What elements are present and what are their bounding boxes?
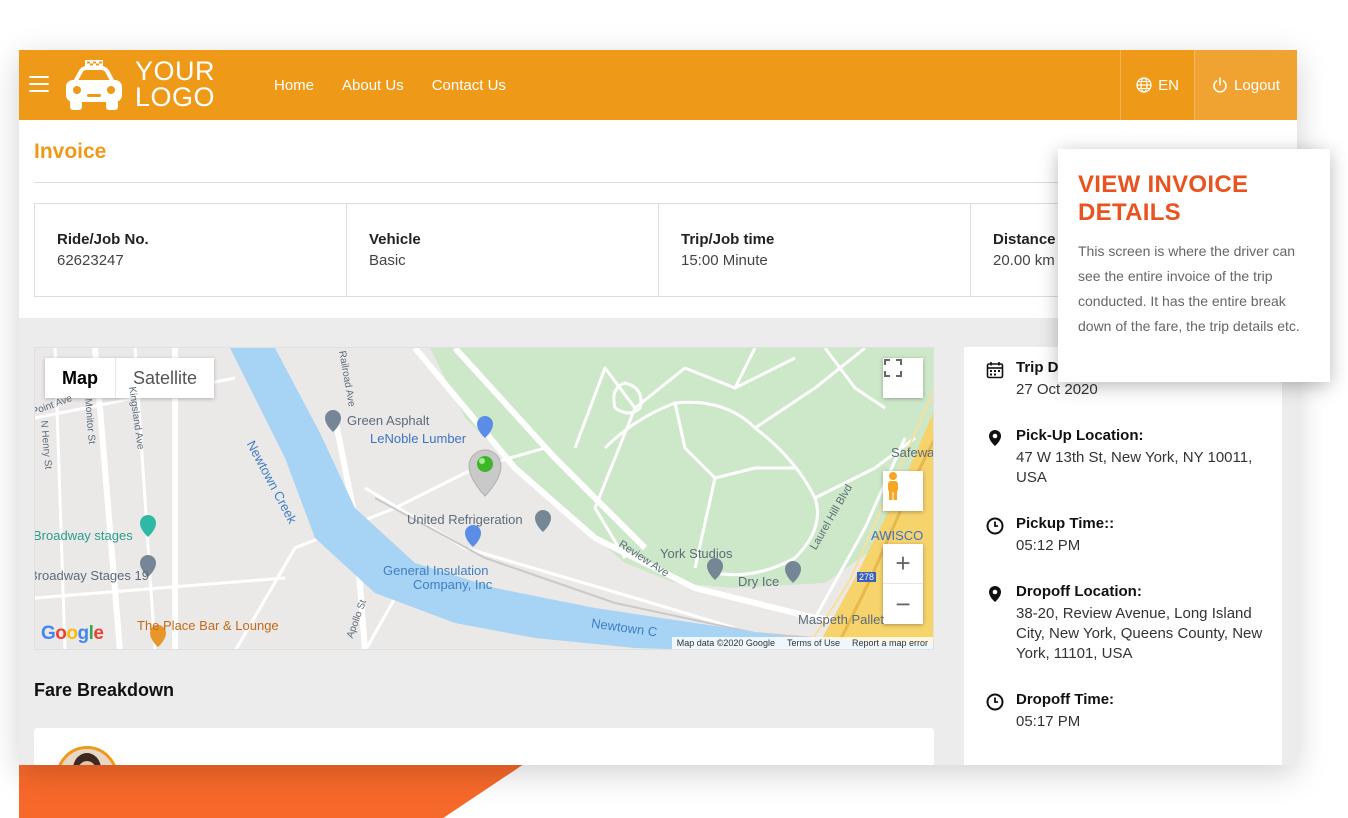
map-data-credit: Map data ©2020 Google	[676, 638, 775, 648]
info-label: Trip/Job time	[681, 231, 775, 248]
map-label: York Studios	[660, 546, 733, 561]
fare-breakdown-title: Fare Breakdown	[34, 680, 175, 700]
callout-body: This screen is where the driver can see …	[1078, 243, 1300, 334]
fullscreen-icon	[884, 359, 902, 377]
logout-button[interactable]: Logout	[1194, 50, 1297, 120]
pickup-time-value: 05:12 PM	[1016, 537, 1081, 554]
route-shield: 278	[857, 572, 877, 582]
info-value: Basic	[369, 252, 406, 269]
map-label: The Place Bar & Lounge	[137, 618, 279, 633]
dropoff-location-value: 38-20, Review Avenue, Long Island City, …	[1016, 605, 1263, 662]
location-pin-icon	[989, 430, 1001, 446]
logo[interactable]: YOUR LOGO	[63, 56, 223, 114]
dropoff-time-value: 05:17 PM	[1016, 713, 1081, 730]
map-label: LeNoble Lumber	[370, 431, 467, 446]
info-cell-trip-time: Trip/Job time 15:00 Minute	[659, 204, 971, 296]
power-icon	[1213, 77, 1227, 93]
zoom-out-button[interactable]: −	[883, 584, 923, 624]
fare-breakdown-card	[34, 728, 934, 765]
map-label: Maspeth Pallet	[798, 612, 884, 627]
pegman-icon	[888, 472, 898, 500]
callout-title: VIEW INVOICE DETAILS	[1078, 171, 1249, 226]
location-pin-icon	[989, 586, 1001, 602]
map-label: Dry Ice	[738, 574, 780, 589]
street-view-button[interactable]	[883, 471, 923, 511]
driver-avatar	[56, 746, 118, 765]
pickup-time-label: Pickup Time::	[1016, 515, 1115, 532]
map-footer: Map data ©2020 Google Terms of Use Repor…	[671, 637, 933, 649]
zoom-in-button[interactable]: +	[883, 544, 923, 584]
clock-icon	[986, 693, 1004, 711]
trip-details-card: Trip Date 27 Oct 2020 Pick-Up Location: …	[964, 347, 1282, 765]
map-label: Broadway stages	[34, 528, 133, 543]
pickup-location-label: Pick-Up Location:	[1016, 427, 1144, 444]
feature-callout: VIEW INVOICE DETAILS This screen is wher…	[1058, 149, 1330, 382]
map-label: Company, Inc	[413, 577, 493, 592]
nav-contact-us[interactable]: Contact Us	[432, 77, 506, 94]
map-label: United Refrigeration	[407, 512, 523, 527]
clock-icon	[986, 517, 1004, 535]
report-error-link[interactable]: Report a map error	[852, 638, 928, 648]
pickup-time-item: Pickup Time:: 05:12 PM	[986, 515, 1276, 556]
orange-decor-shape	[19, 764, 524, 818]
logo-line2: LOGO	[135, 82, 216, 112]
map-view-button[interactable]: Map	[45, 358, 116, 398]
google-logo: Google	[41, 623, 104, 644]
trip-date-value: 27 Oct 2020	[1016, 381, 1098, 398]
zoom-controls: + −	[883, 544, 923, 624]
language-selector[interactable]: EN	[1120, 50, 1194, 120]
info-cell-ride-no: Ride/Job No. 62623247	[35, 204, 347, 296]
terms-link[interactable]: Terms of Use	[787, 638, 840, 648]
dropoff-location-label: Dropoff Location:	[1016, 583, 1142, 600]
route-map[interactable]: Map Satellite + − Green Asphalt LeNoble …	[34, 347, 934, 650]
taxi-car-icon	[66, 60, 122, 110]
info-cell-vehicle: Vehicle Basic	[347, 204, 659, 296]
dropoff-time-label: Dropoff Time:	[1016, 691, 1115, 708]
menu-icon[interactable]	[29, 76, 49, 92]
globe-icon	[1136, 77, 1152, 93]
language-label: EN	[1158, 76, 1179, 94]
map-label: General Insulation	[383, 563, 489, 578]
pickup-location-value: 47 W 13th St, New York, NY 10011, USA	[1016, 449, 1253, 486]
dropoff-time-item: Dropoff Time: 05:17 PM	[986, 691, 1276, 732]
top-navbar: YOUR LOGO Home About Us Contact Us EN Lo…	[19, 50, 1297, 120]
map-label: Safeway	[891, 445, 934, 460]
page-title: Invoice	[34, 140, 107, 163]
map-label: Green Asphalt	[347, 413, 430, 428]
info-label: Vehicle	[369, 231, 421, 248]
pickup-location-item: Pick-Up Location: 47 W 13th St, New York…	[986, 427, 1276, 488]
dropoff-location-item: Dropoff Location: 38-20, Review Avenue, …	[986, 583, 1276, 664]
nav-home[interactable]: Home	[274, 77, 314, 94]
logo-line1: YOUR	[135, 56, 216, 86]
info-value: 15:00 Minute	[681, 252, 768, 269]
nav-about-us[interactable]: About Us	[342, 77, 404, 94]
info-label: Ride/Job No.	[57, 231, 149, 248]
logout-label: Logout	[1234, 76, 1280, 94]
screenshot-stage: YOUR LOGO Home About Us Contact Us EN Lo…	[0, 0, 1348, 818]
map-label: AWISCO	[871, 528, 924, 543]
info-value: 62623247	[57, 252, 124, 269]
fullscreen-button[interactable]	[883, 358, 923, 398]
calendar-icon	[986, 362, 1004, 379]
map-label: Broadway Stages 19	[34, 568, 149, 583]
header-actions: EN Logout	[1120, 50, 1297, 120]
main-nav: Home About Us Contact Us	[274, 50, 506, 120]
